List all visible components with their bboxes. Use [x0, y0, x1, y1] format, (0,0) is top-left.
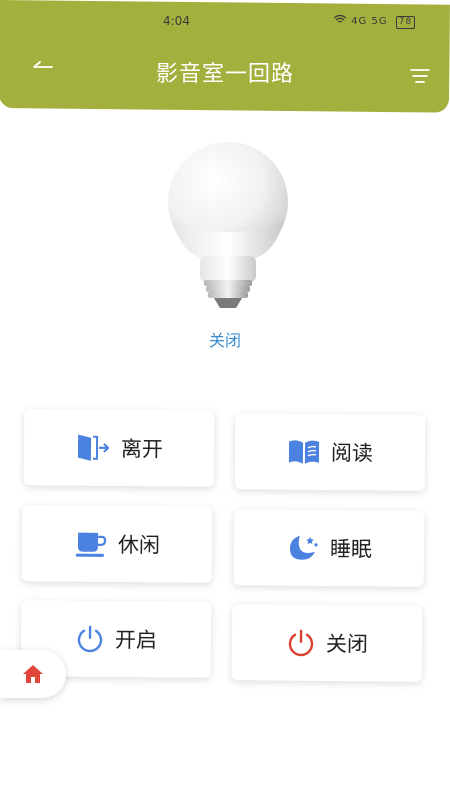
- scene-read-button[interactable]: 阅读: [234, 413, 426, 491]
- scene-sleep-label: 睡眠: [329, 537, 373, 562]
- door-exit-icon: [77, 434, 110, 461]
- scene-leave-button[interactable]: 离开: [23, 409, 215, 487]
- scene-relax-button[interactable]: 休闲: [21, 505, 213, 583]
- page-title: 影音室一回路: [155, 62, 294, 87]
- scene-leave-label: 离开: [120, 437, 164, 462]
- scene-off-button[interactable]: 关闭: [231, 604, 423, 682]
- home-icon: [23, 665, 43, 683]
- battery-icon: 78: [395, 16, 416, 29]
- menu-button[interactable]: [408, 66, 432, 86]
- status-bar: 4:04 4G 5G 78: [0, 0, 450, 40]
- status-indicators: 4G 5G 78: [333, 14, 416, 29]
- scene-on-label: 开启: [114, 627, 158, 653]
- battery-level: 78: [398, 17, 413, 27]
- moon-icon: [289, 535, 318, 560]
- power-on-icon: [77, 625, 103, 653]
- power-off-icon: [288, 629, 314, 657]
- wifi-icon: [333, 14, 351, 27]
- scene-sleep-button[interactable]: 睡眠: [233, 509, 425, 587]
- scene-relax-label: 休闲: [117, 533, 161, 558]
- scene-read-label: 阅读: [330, 441, 374, 466]
- light-bulb-image[interactable]: [160, 140, 290, 315]
- status-time: 4:04: [163, 14, 190, 28]
- book-icon: [288, 440, 320, 464]
- scene-off-label: 关闭: [325, 631, 369, 657]
- cup-icon: [75, 532, 107, 557]
- home-button[interactable]: [0, 650, 66, 698]
- network-label: 4G 5G: [351, 16, 388, 27]
- menu-icon: [410, 69, 430, 83]
- bulb-state-label: 关闭: [208, 331, 241, 350]
